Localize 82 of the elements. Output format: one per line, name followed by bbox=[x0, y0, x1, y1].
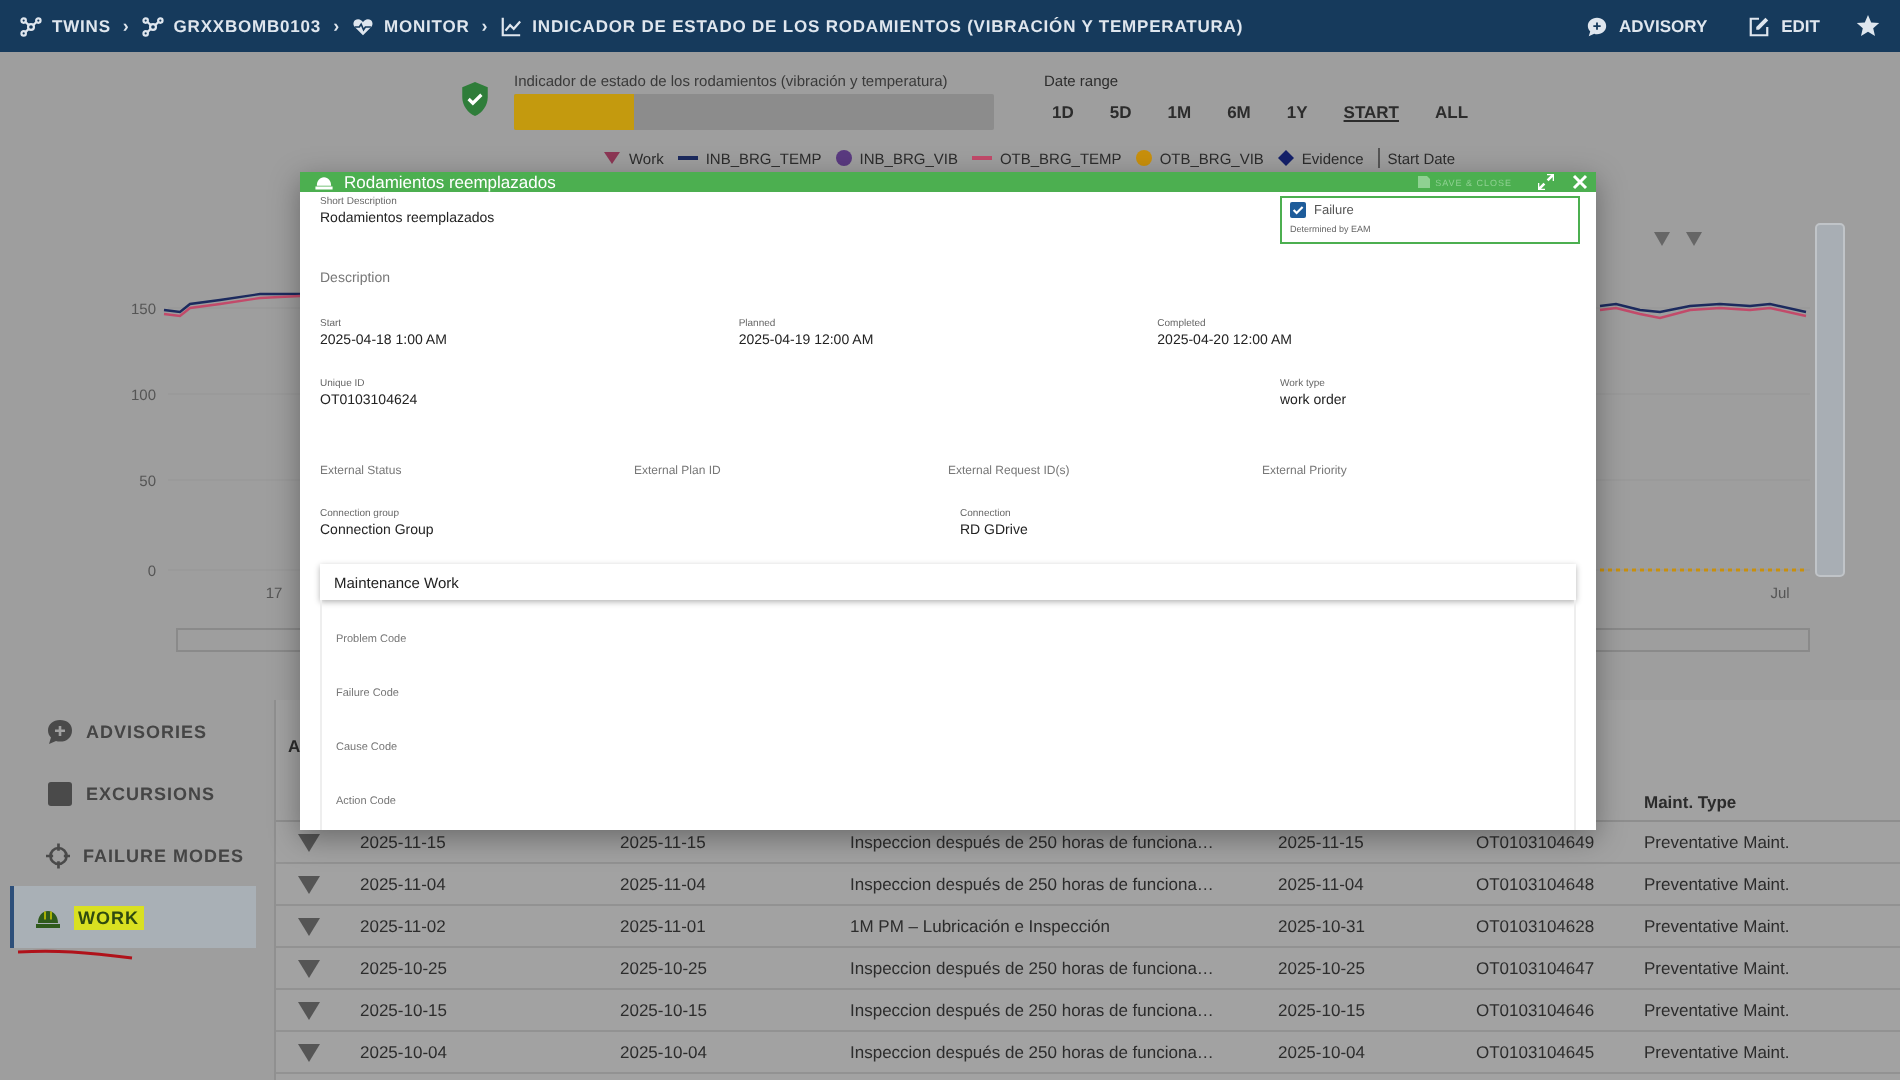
table-cell-text: 2025-11-15 bbox=[360, 832, 448, 852]
speech-bubble-icon bbox=[46, 717, 74, 745]
table-cell-text: 2025-10-15 bbox=[620, 1000, 709, 1020]
table-cell-text: 2025-11-02 bbox=[360, 916, 448, 936]
expand-row-icon[interactable] bbox=[298, 959, 320, 977]
table-cell-text: OT0103104647 bbox=[1476, 958, 1597, 978]
table-cell-text: 2025-10-04 bbox=[360, 1042, 449, 1062]
underline-scribble bbox=[16, 948, 136, 960]
table-cell-text: Preventative Maint. bbox=[1644, 1000, 1792, 1020]
table-cell-text: 2025-11-15 bbox=[620, 832, 708, 852]
crosshair-icon bbox=[46, 841, 71, 869]
table-cell-text: 2025-10-04 bbox=[620, 1042, 709, 1062]
expand-icon[interactable] bbox=[1538, 174, 1554, 190]
table-heading: A bbox=[288, 736, 301, 756]
table-cell-text: 2025-11-15 bbox=[1278, 832, 1366, 852]
heart-pulse-icon bbox=[351, 15, 374, 37]
date-range-option[interactable]: 5D bbox=[1109, 102, 1132, 122]
breadcrumb-link[interactable]: MONITOR bbox=[383, 16, 470, 36]
table-cell-text: OT0103104628 bbox=[1476, 916, 1597, 936]
table-cell-text: 1M PM – Lubricación e Inspección bbox=[850, 916, 1112, 936]
table-cell-text: Inspeccion después de 250 horas de funciona… bbox=[850, 958, 1216, 978]
date-range-option[interactable]: ALL bbox=[1434, 102, 1469, 122]
expand-row-icon[interactable] bbox=[298, 1043, 320, 1061]
table-cell-text: Preventative Maint. bbox=[1644, 832, 1792, 852]
table-cell-text: OT0103104649 bbox=[1476, 832, 1597, 852]
work-marker-icon bbox=[1686, 232, 1702, 246]
table-cell-text: 2025-10-25 bbox=[360, 958, 449, 978]
dialog-title: Rodamientos reemplazados bbox=[344, 172, 556, 192]
chevron-icon: › bbox=[122, 16, 130, 36]
breadcrumb-link[interactable]: GRXXBOMB0103 bbox=[173, 16, 322, 36]
table-cell-text: 2025-11-04 bbox=[1278, 874, 1366, 894]
column-header: Maint. Type bbox=[1644, 792, 1739, 812]
shield-check-icon bbox=[460, 82, 490, 116]
table-cell-text: 2025-10-04 bbox=[1278, 1042, 1367, 1062]
date-range-option[interactable]: 1Y bbox=[1286, 102, 1308, 122]
table-cell-text: OT0103104645 bbox=[1476, 1042, 1597, 1062]
table-cell-text: 2025-11-01 bbox=[620, 916, 708, 936]
table-cell-text: Inspeccion después de 250 horas de funciona… bbox=[850, 1000, 1216, 1020]
sidebar-item[interactable]: EXCURSIONS bbox=[10, 762, 256, 824]
sidebar-item[interactable]: FAILURE MODES bbox=[10, 824, 256, 886]
header-action-button[interactable]: EDIT bbox=[1747, 15, 1820, 37]
close-icon[interactable] bbox=[1572, 174, 1588, 190]
table-cell-text: 2025-11-04 bbox=[360, 874, 448, 894]
expand-row-icon[interactable] bbox=[298, 875, 320, 893]
table-cell-text: OT0103104648 bbox=[1476, 874, 1597, 894]
expand-row-icon[interactable] bbox=[298, 917, 320, 935]
breadcrumb-link[interactable]: INDICADOR DE ESTADO DE LOS RODAMIENTOS (VIBRACIÓN Y TEMPERATURA) bbox=[532, 16, 1244, 36]
chevron-icon: › bbox=[481, 16, 489, 36]
edit-icon bbox=[1747, 15, 1770, 37]
sidebar-item[interactable]: WORK bbox=[10, 886, 256, 948]
table-cell-text: 2025-10-31 bbox=[1278, 916, 1367, 936]
sidebar-item[interactable]: ADVISORIES bbox=[10, 700, 256, 762]
star-icon[interactable] bbox=[1856, 14, 1880, 38]
table-cell-text: Preventative Maint. bbox=[1644, 1042, 1792, 1062]
date-range-option[interactable]: START bbox=[1343, 102, 1399, 122]
breadcrumb-link[interactable]: TWINS bbox=[52, 16, 111, 36]
network-icon bbox=[20, 15, 42, 37]
table-cell-text: 2025-10-25 bbox=[1278, 958, 1367, 978]
table-cell-text: OT0103104646 bbox=[1476, 1000, 1597, 1020]
table-cell-text: Preventative Maint. bbox=[1644, 916, 1792, 936]
date-range-option[interactable]: 1M bbox=[1167, 102, 1192, 122]
speech-bubble-icon bbox=[1585, 15, 1608, 37]
network-icon bbox=[141, 15, 164, 37]
table-cell-text: Inspeccion después de 250 horas de funciona… bbox=[850, 874, 1216, 894]
header-action-button[interactable]: ADVISORY bbox=[1585, 15, 1708, 37]
line-chart-icon bbox=[500, 15, 523, 37]
square-icon bbox=[46, 779, 74, 807]
date-range-option[interactable]: 6M bbox=[1227, 102, 1251, 122]
table-cell-text: Preventative Maint. bbox=[1644, 874, 1792, 894]
date-range-option[interactable]: 1D bbox=[1052, 102, 1074, 122]
table-cell-text: Inspeccion después de 250 horas de funciona… bbox=[850, 832, 1216, 852]
table-cell-text: Inspeccion después de 250 horas de funciona… bbox=[850, 1042, 1216, 1062]
vertical-scrollbar[interactable] bbox=[1815, 223, 1845, 577]
table-cell-text: Preventative Maint. bbox=[1644, 958, 1792, 978]
table-cell-text: 2025-10-15 bbox=[1278, 1000, 1367, 1020]
checkbox[interactable] bbox=[1290, 202, 1306, 218]
chevron-icon: › bbox=[333, 16, 340, 36]
table-cell-text: 2025-11-04 bbox=[620, 874, 708, 894]
work-marker-icon bbox=[1654, 232, 1670, 246]
table-cell-text: 2025-10-25 bbox=[620, 958, 709, 978]
expand-row-icon[interactable] bbox=[298, 1001, 320, 1019]
table-cell-text: 2025-10-15 bbox=[360, 1000, 449, 1020]
